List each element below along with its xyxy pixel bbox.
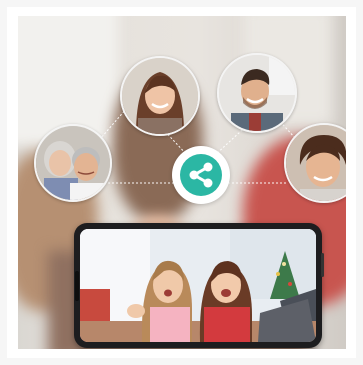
phone-frame bbox=[74, 223, 324, 348]
phone-side-button bbox=[321, 253, 324, 277]
photo-collage bbox=[18, 16, 346, 349]
avatar-woman bbox=[120, 56, 200, 136]
share-icon bbox=[180, 154, 222, 196]
avatar-elderly-couple bbox=[34, 124, 112, 202]
boy-photo bbox=[286, 125, 346, 201]
young-man-photo bbox=[219, 55, 295, 131]
avatar-young-man bbox=[217, 53, 297, 133]
phone-screen bbox=[80, 229, 316, 342]
phone-notch bbox=[75, 271, 79, 301]
elderly-couple-photo bbox=[36, 126, 110, 200]
share-button bbox=[172, 146, 230, 204]
woman-photo bbox=[122, 58, 198, 134]
image-card bbox=[7, 7, 356, 358]
video-call-photo bbox=[80, 229, 316, 342]
